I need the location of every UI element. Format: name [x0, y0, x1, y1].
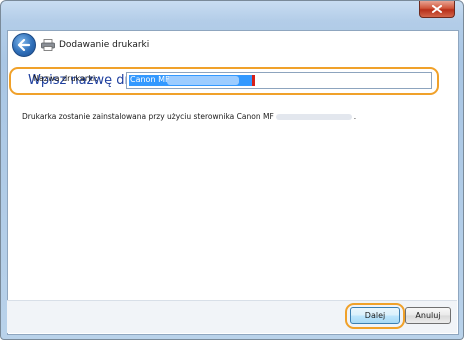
window-title: Dodawanie drukarki — [59, 40, 150, 50]
title-bar — [1, 1, 463, 29]
driver-info-suffix: . — [353, 112, 357, 121]
wizard-footer: Dalej Anuluj — [7, 300, 457, 333]
back-button[interactable] — [12, 33, 36, 57]
close-icon — [432, 5, 442, 13]
redacted-driver-name — [275, 114, 352, 120]
driver-info-text: Drukarka zostanie zainstalowana przy uży… — [22, 112, 356, 121]
back-arrow-icon — [17, 39, 31, 51]
red-marker — [252, 75, 255, 86]
printer-name-value: Canon MF — [130, 75, 170, 84]
printer-icon — [41, 39, 55, 51]
close-button[interactable] — [419, 1, 455, 18]
cancel-button[interactable]: Anuluj — [405, 307, 451, 324]
next-button[interactable]: Dalej — [350, 307, 400, 324]
printer-name-label: Nazwa drukarki: — [33, 74, 98, 83]
add-printer-window: Dodawanie drukarki Wpisz nazwę drukarki … — [0, 0, 464, 340]
printer-name-input[interactable]: Canon MF — [126, 72, 432, 89]
wizard-header: Dodawanie drukarki — [8, 31, 458, 61]
driver-info-prefix: Drukarka zostanie zainstalowana przy uży… — [22, 112, 274, 121]
redacted-model — [167, 76, 239, 85]
